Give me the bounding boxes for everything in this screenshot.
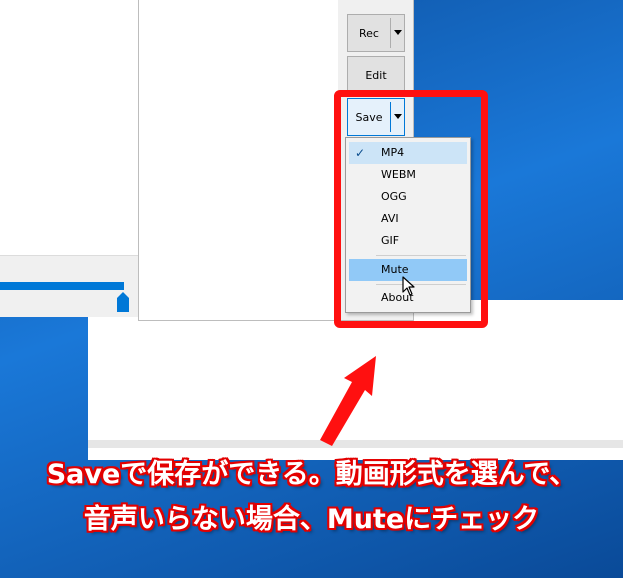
seek-bar[interactable]: [0, 282, 124, 290]
annotation-caption-line-2: 音声いらない場合、Muteにチェック: [83, 504, 540, 535]
chevron-down-icon[interactable]: [394, 30, 402, 35]
rec-button-divider: [390, 18, 391, 48]
edit-button-label: Edit: [365, 68, 387, 82]
rec-button-label: Rec: [359, 26, 379, 40]
rec-button[interactable]: Rec: [347, 14, 405, 52]
left-window: [0, 0, 141, 317]
red-arrow-icon: [320, 356, 376, 446]
edit-button[interactable]: Edit: [347, 56, 405, 94]
annotation-caption-line-1: Saveで保存ができる。動画形式を選んで、: [46, 459, 577, 490]
highlight-box: [334, 90, 488, 328]
